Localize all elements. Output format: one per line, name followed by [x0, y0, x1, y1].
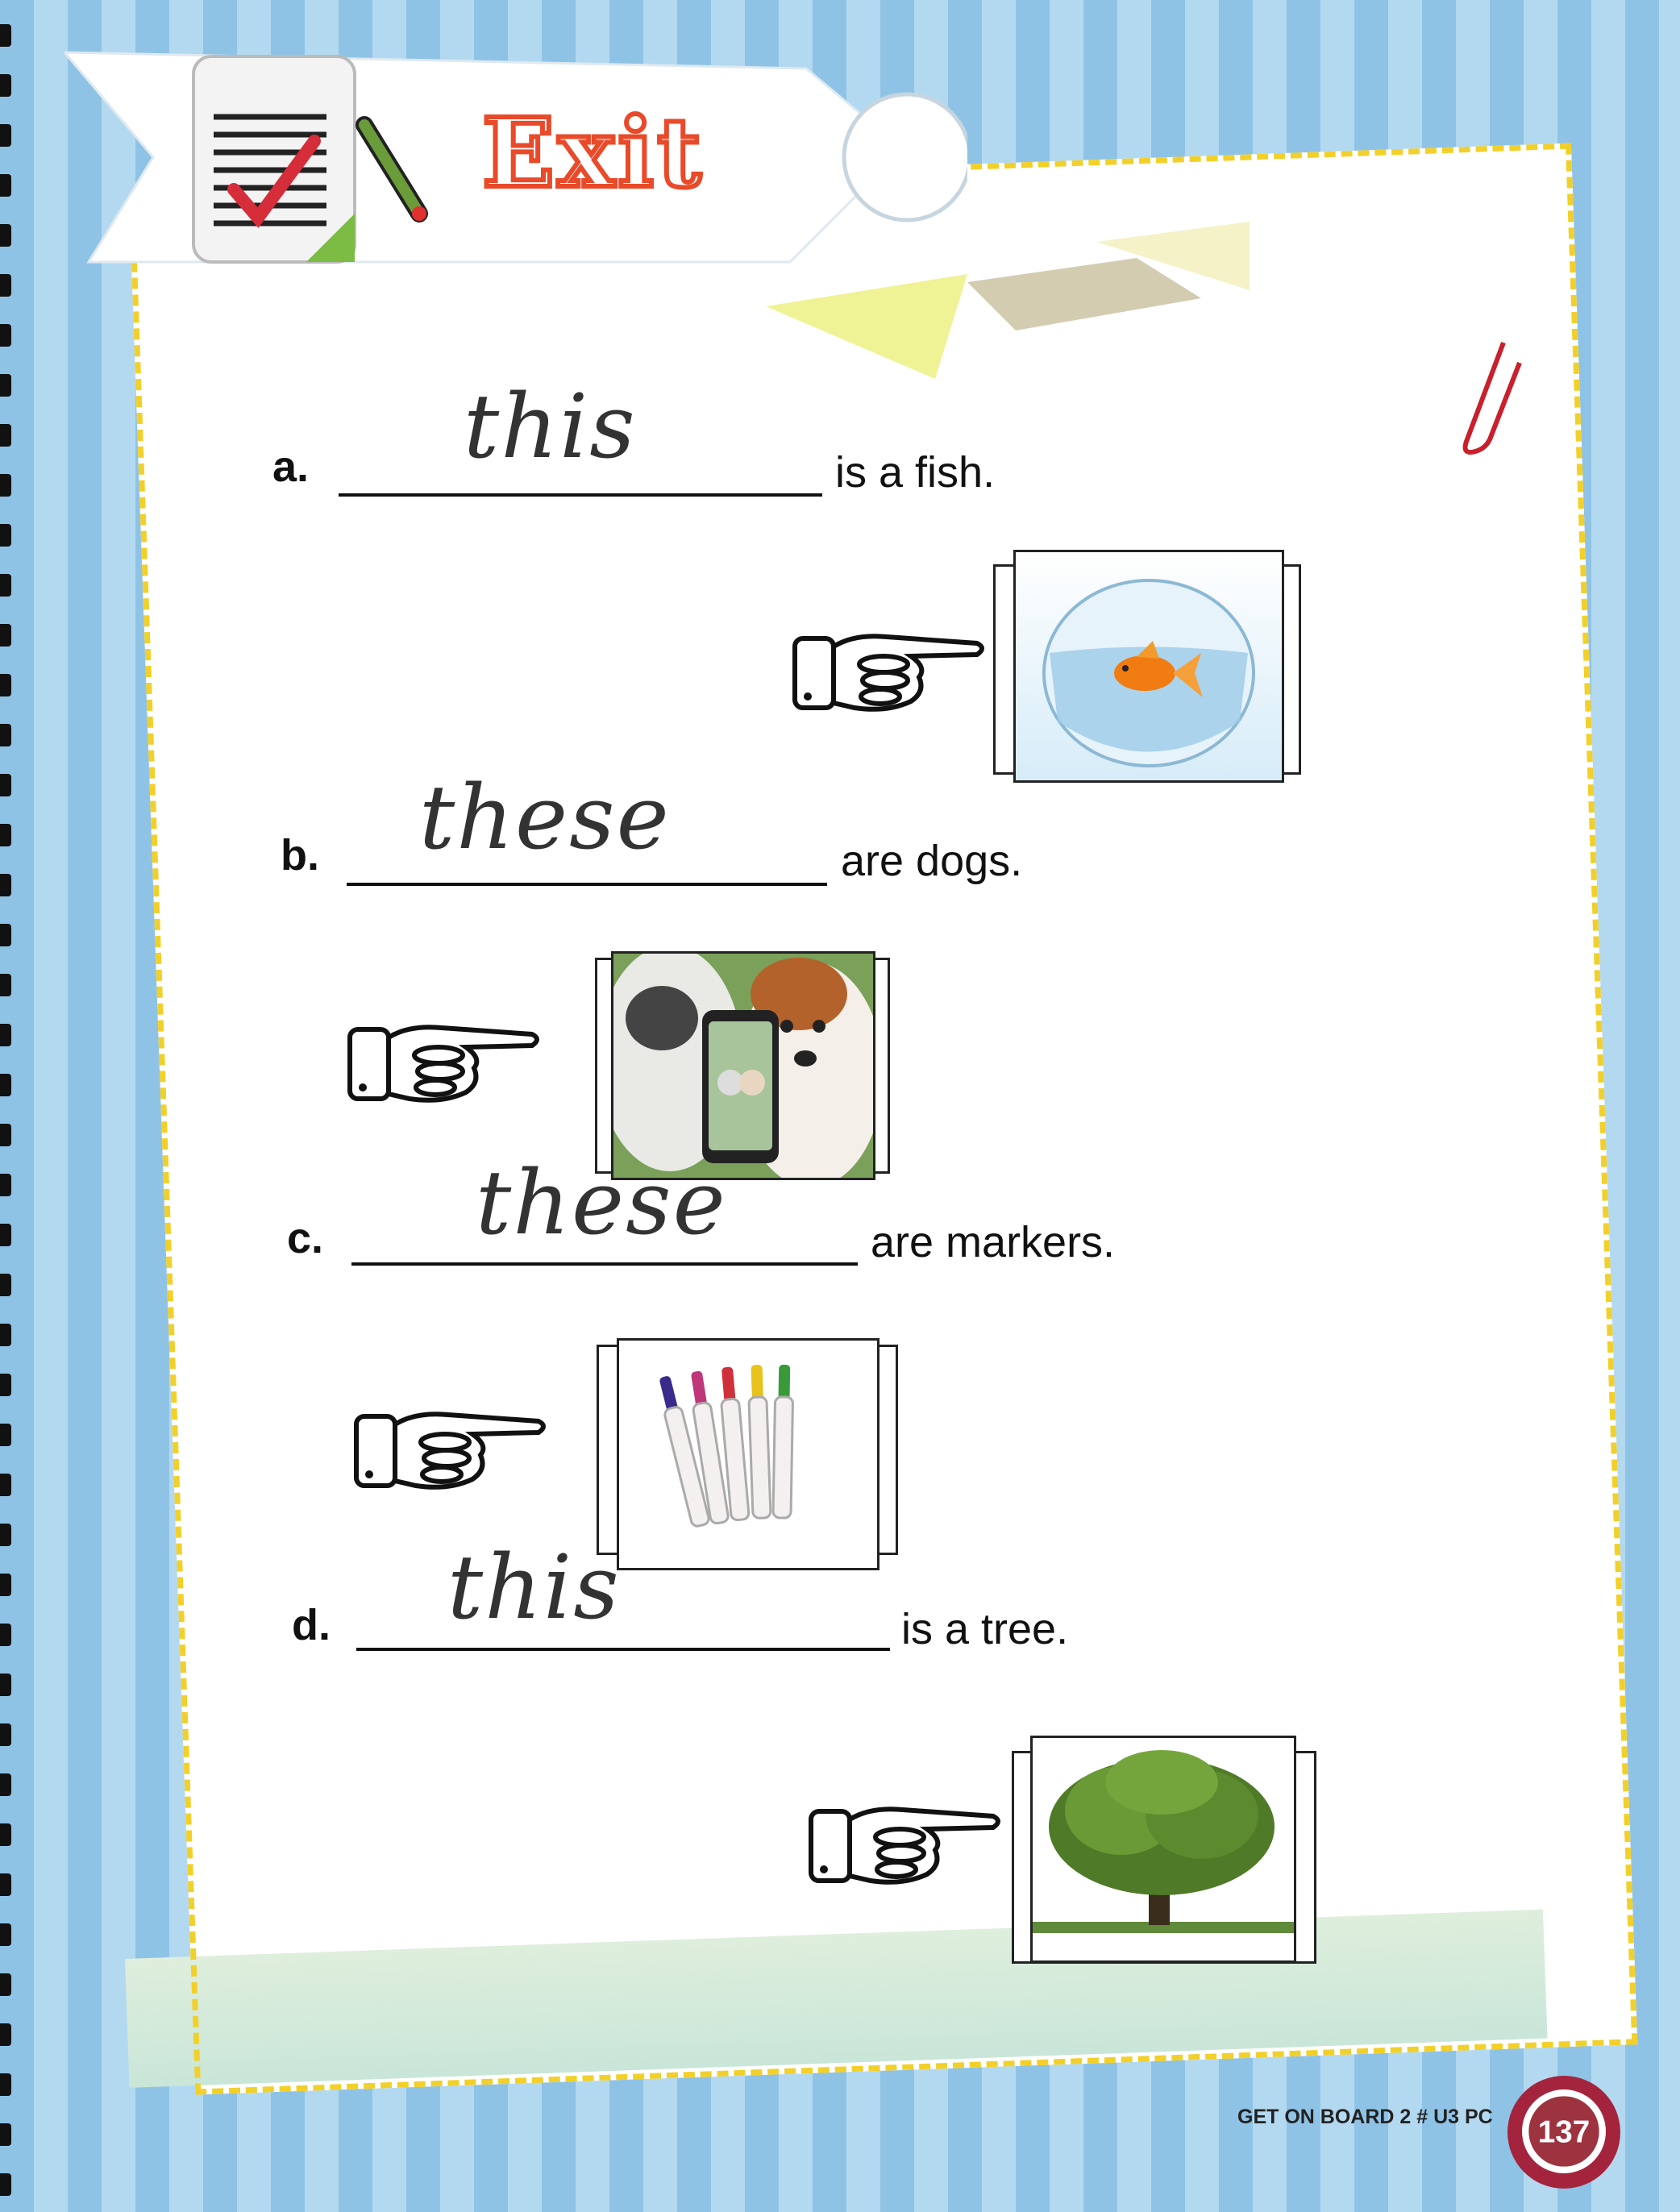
spiral-ring: [0, 2173, 11, 2196]
pointing-hand-icon: [347, 1025, 539, 1103]
paperclip-icon: [1462, 341, 1522, 455]
spiral-ring: [0, 424, 11, 447]
spiral-ring: [0, 2123, 11, 2146]
spiral-ring: [0, 1723, 11, 1746]
spiral-ring: [0, 224, 11, 247]
spiral-ring: [0, 24, 11, 47]
spiral-ring: [0, 1224, 11, 1246]
spiral-ring: [0, 1074, 11, 1096]
spiral-ring: [0, 1574, 11, 1596]
spiral-ring: [0, 774, 11, 796]
tree-picture: [1030, 1736, 1296, 1963]
spiral-ring: [0, 374, 11, 397]
spiral-ring: [0, 1773, 11, 1796]
book-reference: GET ON BOARD 2 # U3 PC: [1237, 2106, 1493, 2128]
dogs-picture: [611, 951, 875, 1180]
spiral-ring: [0, 1923, 11, 1946]
spiral-ring: [0, 1424, 11, 1446]
spiral-ring: [0, 1274, 11, 1296]
goldfish-picture: [1013, 550, 1284, 783]
spiral-ring: [0, 1823, 11, 1846]
spiral-ring: [0, 474, 11, 497]
sentence-rest: are dogs.: [841, 837, 1023, 885]
spiral-ring: [0, 124, 11, 147]
spiral-ring: [0, 274, 11, 297]
spiral-ring: [0, 874, 11, 896]
spiral-ring: [0, 1124, 11, 1146]
answer-line: [347, 883, 827, 886]
tree-icon: [1033, 1750, 1294, 1933]
spiral-ring: [0, 1524, 11, 1546]
answer-handwriting: these: [419, 766, 671, 869]
pointing-hand-icon: [809, 1807, 1000, 1885]
spiral-ring: [0, 174, 11, 197]
spiral-ring: [0, 2023, 11, 2046]
spiral-ring: [0, 574, 11, 597]
sentence-rest: is a tree.: [901, 1605, 1069, 1653]
spiral-ring: [0, 674, 11, 696]
exercise-letter: b.: [281, 831, 319, 879]
spiral-ring: [0, 2073, 11, 2096]
spiral-ring: [0, 974, 11, 996]
checklist-icon: [192, 55, 356, 264]
answer-line: [351, 1262, 858, 1266]
spiral-ring: [0, 1474, 11, 1496]
page-number: 137: [1528, 2096, 1599, 2167]
spiral-ring: [0, 624, 11, 647]
page-title: Exit: [480, 94, 705, 211]
answer-line: [339, 493, 822, 497]
spiral-ring: [0, 1024, 11, 1046]
spiral-ring: [0, 824, 11, 846]
spiral-ring: [0, 724, 11, 746]
sentence-rest: is a fish.: [835, 448, 996, 497]
pointing-hand-icon: [792, 634, 984, 712]
spiral-ring: [0, 924, 11, 946]
answer-line: [356, 1648, 890, 1651]
spiral-ring: [0, 1174, 11, 1196]
exercise-letter: a.: [272, 443, 310, 491]
exercise-letter: c.: [287, 1214, 324, 1262]
spiral-ring: [0, 524, 11, 547]
spiral-ring: [0, 324, 11, 347]
spiral-ring: [0, 1374, 11, 1396]
sentence-rest: are markers.: [871, 1218, 1116, 1266]
spiral-ring: [0, 1624, 11, 1646]
spiral-ring: [0, 1674, 11, 1696]
exercise-letter: d.: [292, 1601, 331, 1649]
spiral-ring: [0, 1324, 11, 1346]
pointing-hand-icon: [354, 1412, 546, 1490]
answer-handwriting: this: [464, 375, 637, 478]
answer-handwriting: this: [447, 1536, 621, 1639]
spiral-ring: [0, 74, 11, 97]
spiral-ring: [0, 1873, 11, 1896]
spiral-ring: [0, 1973, 11, 1996]
markers-icon: [659, 1364, 794, 1528]
markers-picture: [617, 1338, 880, 1570]
